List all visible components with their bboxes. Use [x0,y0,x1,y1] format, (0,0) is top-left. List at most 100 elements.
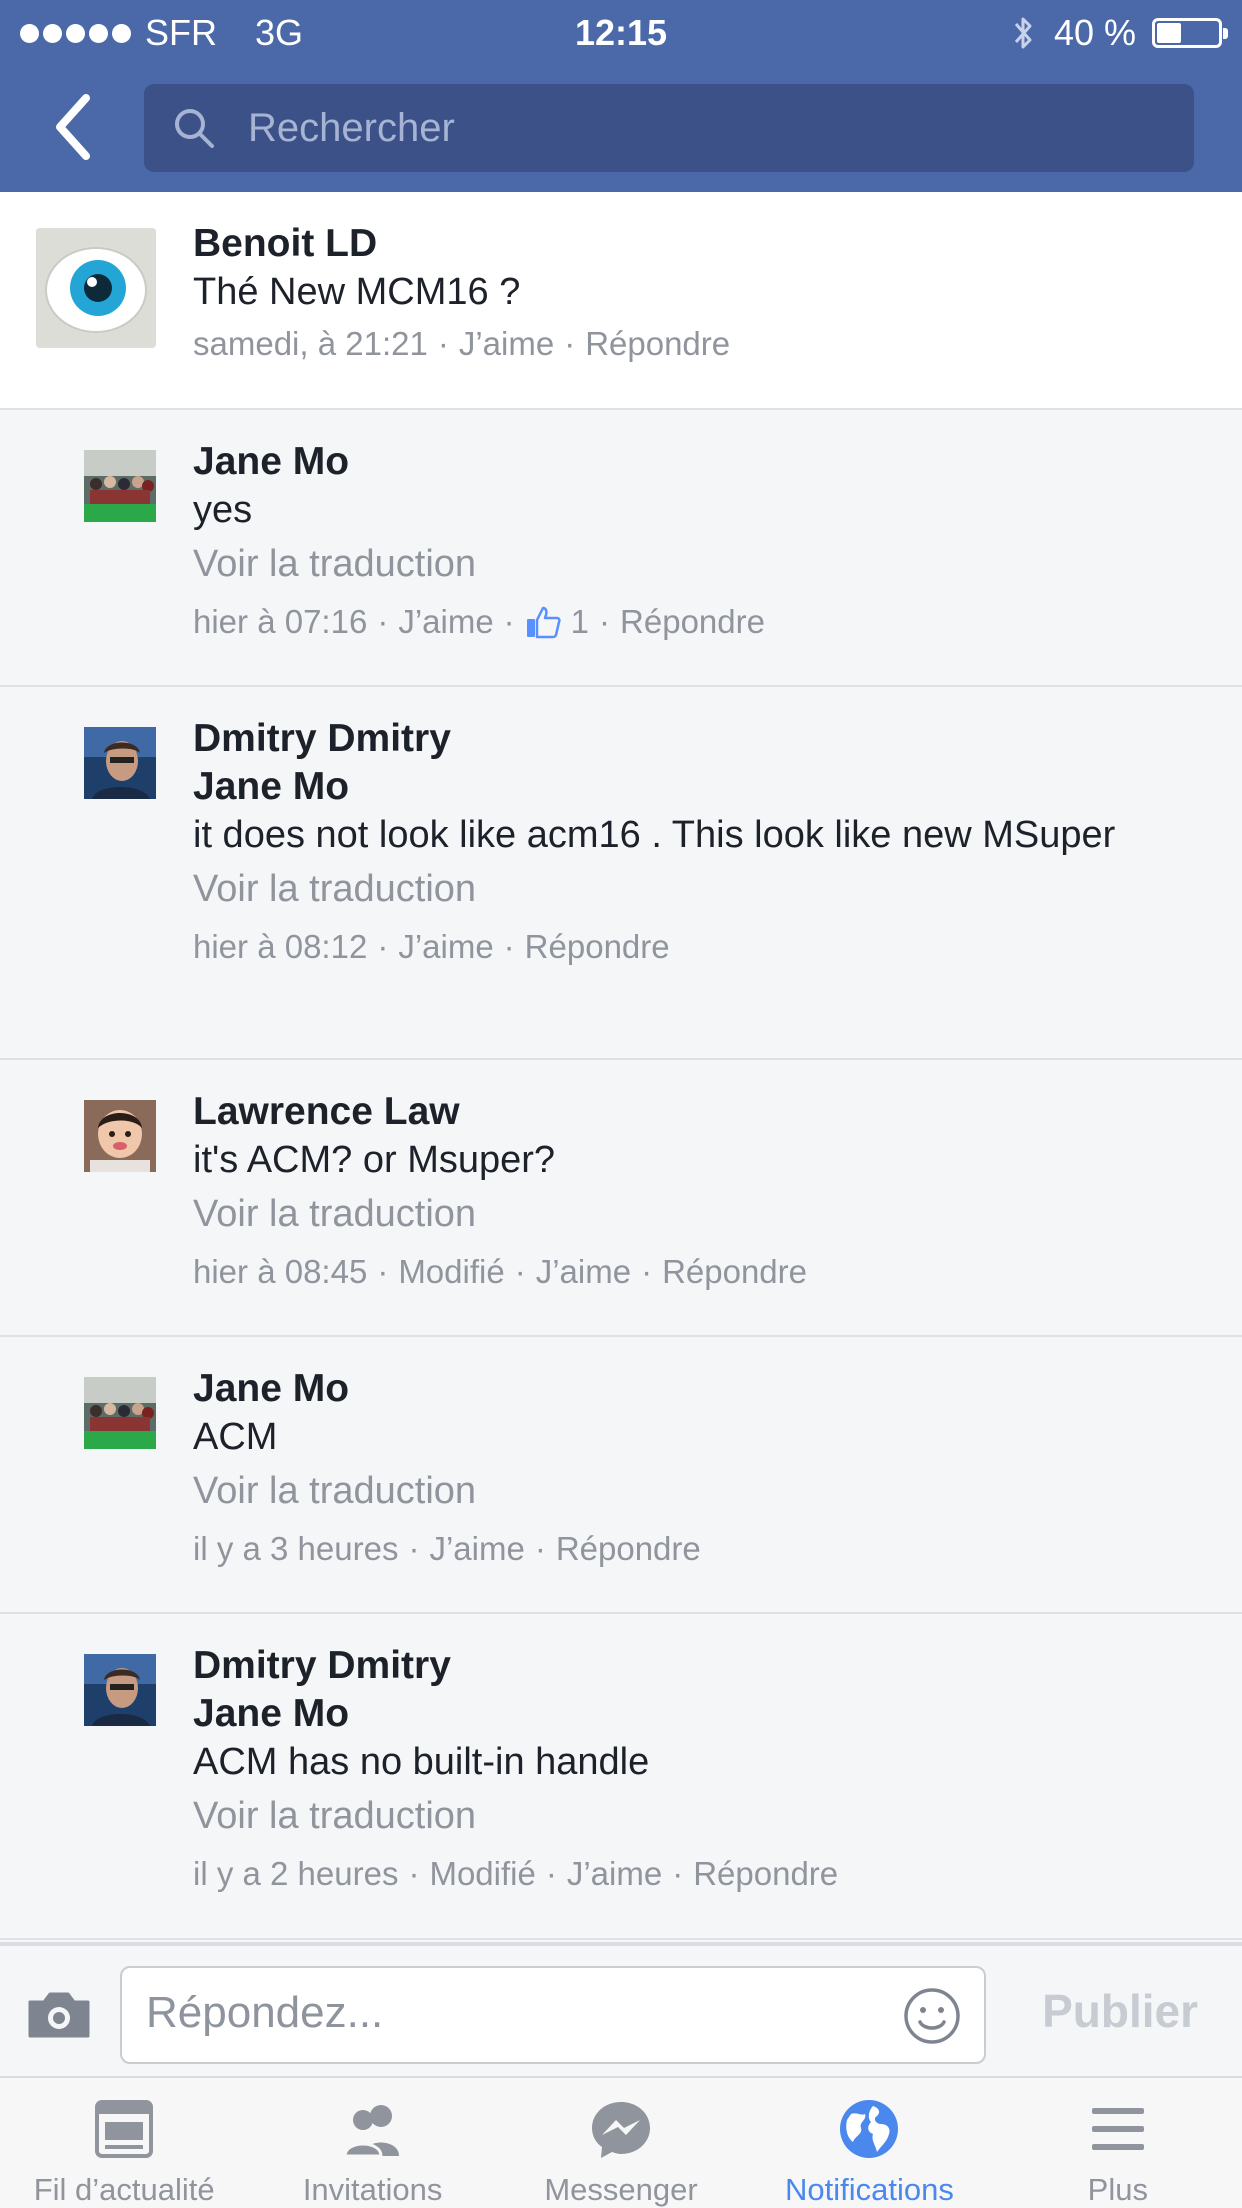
see-translation-link[interactable]: Voir la traduction [193,1461,1202,1521]
bottom-tab-bar: Fil d’actualité Invitations Messenger No… [0,2076,1242,2208]
comment-body: Jane Mo yes Voir la traduction hier à 07… [193,438,1202,650]
search-placeholder: Rechercher [248,105,455,150]
comment-text: it does not look like acm16 . This look … [193,814,1116,856]
like-link[interactable]: J’aime [398,594,493,650]
comment-item: Dmitry Dmitry Jane Mo ACM has no built-i… [0,1614,1242,1940]
edited-label[interactable]: Modifié [398,1244,504,1300]
like-link[interactable]: J’aime [567,1846,662,1902]
avatar-man-photo [84,1654,156,1726]
commenter-name[interactable]: Benoit LD [193,220,1202,268]
comment-meta: hier à 08:45 · Modifié · J’aime · Répond… [193,1244,1202,1300]
comment-body: Dmitry Dmitry Jane Mo ACM has no built-i… [193,1642,1202,1902]
tab-label: Messenger [544,2172,698,2207]
battery-fill [1157,23,1181,43]
tab-invitations[interactable]: Invitations [248,2078,496,2208]
comment-text: ACM [193,1416,278,1458]
reply-link[interactable]: Répondre [620,594,765,650]
reply-link[interactable]: Répondre [693,1846,838,1902]
avatar-man-photo [84,727,156,799]
edited-label[interactable]: Modifié [429,1846,535,1902]
mentioned-user[interactable]: Jane Mo [193,1690,1202,1738]
status-bar: SFR 3G 12:15 40 % [0,0,1242,62]
reply-link[interactable]: Répondre [585,316,730,372]
avatar-group-photo [84,450,156,522]
comment-item: Jane Mo ACM Voir la traduction il y a 3 … [0,1337,1242,1614]
see-translation-link[interactable]: Voir la traduction [193,534,1202,594]
see-translation-link[interactable]: Voir la traduction [193,1786,1202,1846]
tab-messenger[interactable]: Messenger [497,2078,745,2208]
back-arrow-icon[interactable] [50,92,100,162]
friends-icon [343,2105,399,2158]
avatar[interactable] [84,1100,156,1172]
avatar-eye-image [36,228,156,348]
globe-icon [840,2100,899,2158]
like-link[interactable]: J’aime [429,1521,524,1577]
avatar[interactable] [84,450,156,522]
camera-icon[interactable] [26,1988,92,2040]
avatar-child-photo [84,1100,156,1172]
reply-link[interactable]: Répondre [556,1521,701,1577]
comment-time: il y a 2 heures [193,1855,399,1892]
tab-label: Fil d’actualité [33,2172,215,2207]
avatar-group-photo [84,1377,156,1449]
comment-time: hier à 08:12 [193,928,368,965]
reply-placeholder: Répondez... [146,1988,384,2037]
bluetooth-icon [1014,17,1032,49]
tab-news-feed[interactable]: Fil d’actualité [0,2078,248,2208]
emoji-icon[interactable] [902,1986,962,2046]
comment-time: hier à 07:16 [193,603,368,640]
comment-time: hier à 08:45 [193,1253,368,1290]
search-input[interactable]: Rechercher [144,84,1194,172]
tab-notifications[interactable]: Notifications [745,2078,993,2208]
reply-link[interactable]: Répondre [525,919,670,975]
top-header: SFR 3G 12:15 40 % Rechercher [0,0,1242,192]
status-right: 40 % [1010,12,1228,54]
like-link[interactable]: J’aime [536,1244,631,1300]
search-icon [175,109,214,148]
battery-percentage: 40 % [1053,12,1136,53]
commenter-name[interactable]: Dmitry Dmitry [193,1642,1202,1690]
comment-meta: hier à 07:16 · J’aime · 1 · Répondre [193,594,1202,650]
like-count[interactable]: 1 [571,594,589,650]
messenger-icon [592,2102,651,2158]
comment-meta: il y a 3 heures · J’aime · Répondre [193,1521,1202,1577]
comment-text: yes [193,489,253,531]
comment-item: Dmitry Dmitry Jane Mo it does not look l… [0,687,1242,1060]
see-translation-link[interactable]: Voir la traduction [193,1184,1202,1244]
comment-text: Thé New MCM16 ? [193,271,521,313]
commenter-name[interactable]: Jane Mo [193,1365,1202,1413]
avatar[interactable] [84,1654,156,1726]
see-translation-link[interactable]: Voir la traduction [193,859,1202,919]
avatar[interactable] [84,1377,156,1449]
avatar[interactable] [84,727,156,799]
comment-body: Lawrence Law it's ACM? or Msuper? Voir l… [193,1088,1202,1300]
commenter-name[interactable]: Lawrence Law [193,1088,1202,1136]
news-feed-icon [95,2100,154,2158]
comment-text: it's ACM? or Msuper? [193,1139,556,1181]
reply-bar: Répondez... Publier [0,1942,1242,2076]
comment-item: Jane Mo yes Voir la traduction hier à 07… [0,410,1242,687]
reply-link[interactable]: Répondre [662,1244,807,1300]
tab-more[interactable]: Plus [994,2078,1242,2208]
comment-time: il y a 3 heures [193,1530,399,1567]
like-link[interactable]: J’aime [459,316,554,372]
comment-item: Lawrence Law it's ACM? or Msuper? Voir l… [0,1060,1242,1337]
tab-label: Plus [1087,2172,1148,2207]
battery-icon [1152,18,1228,48]
reply-input[interactable]: Répondez... [120,1966,986,2064]
comment-item: Benoit LD Thé New MCM16 ? samedi, à 21:2… [0,192,1242,410]
avatar[interactable] [36,228,156,348]
comment-meta: samedi, à 21:21 · J’aime · Répondre [193,316,1202,372]
commenter-name[interactable]: Dmitry Dmitry [193,715,1202,763]
comment-body: Benoit LD Thé New MCM16 ? samedi, à 21:2… [193,220,1202,372]
comment-meta: il y a 2 heures · Modifié · J’aime · Rép… [193,1846,1202,1902]
comment-body: Dmitry Dmitry Jane Mo it does not look l… [193,715,1202,975]
comment-meta: hier à 08:12 · J’aime · Répondre [193,919,1202,975]
commenter-name[interactable]: Jane Mo [193,438,1202,486]
comment-thread: Benoit LD Thé New MCM16 ? samedi, à 21:2… [0,192,1242,1940]
comment-time: samedi, à 21:21 [193,325,428,362]
like-link[interactable]: J’aime [398,919,493,975]
thumbs-up-icon [526,606,561,639]
mentioned-user[interactable]: Jane Mo [193,763,1202,811]
publish-button[interactable]: Publier [1042,1984,1198,2038]
